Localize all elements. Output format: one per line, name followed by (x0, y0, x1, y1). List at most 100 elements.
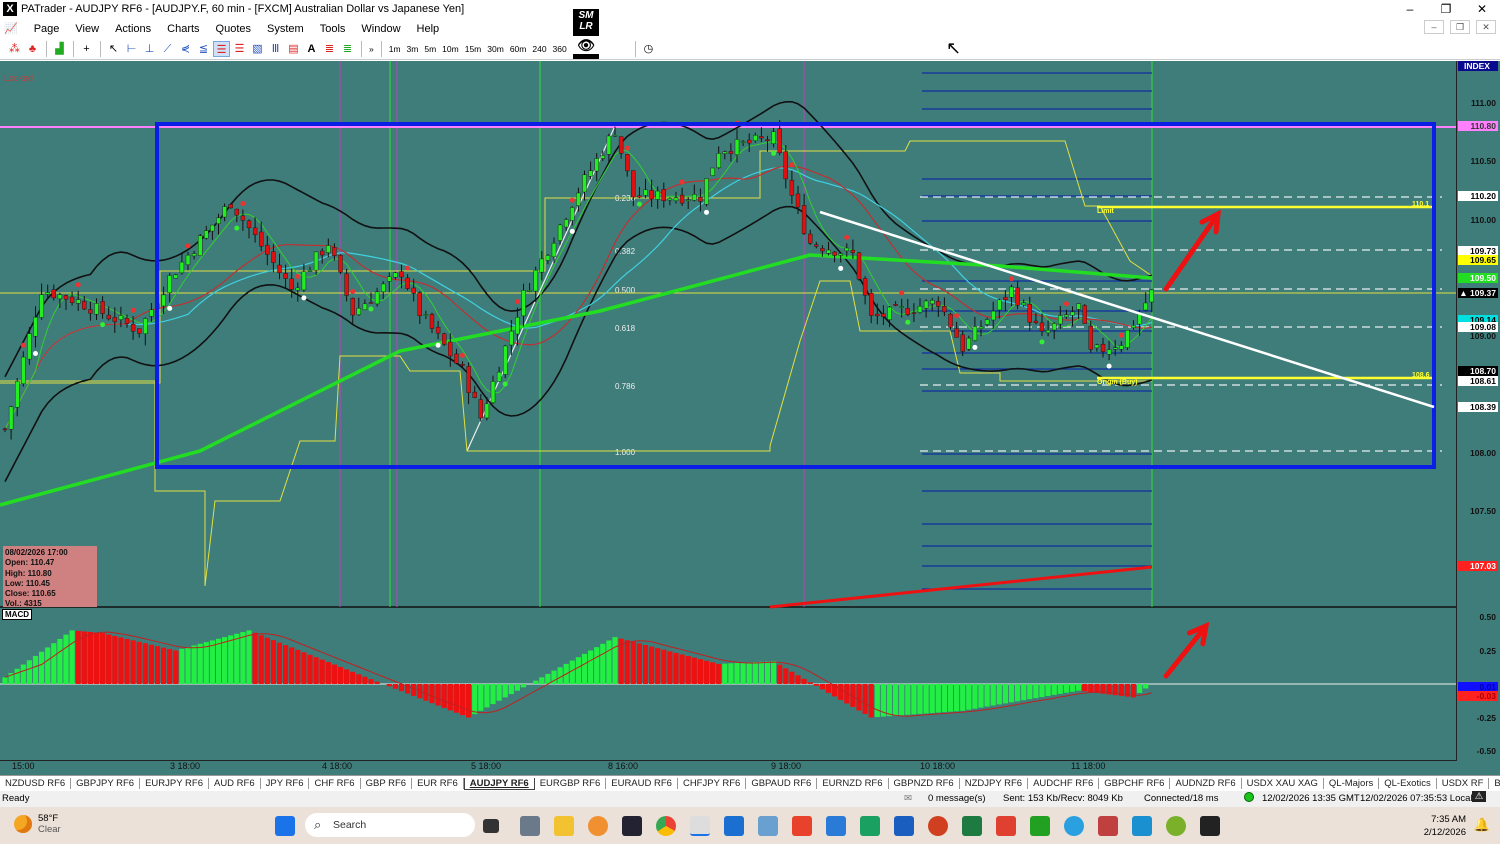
fib-extension-icon[interactable]: ☰ (231, 41, 248, 57)
app-c-icon[interactable] (996, 816, 1016, 836)
chrome-icon[interactable] (656, 816, 676, 836)
smlr-icon[interactable] (1200, 816, 1220, 836)
symbol-tab[interactable]: GBPCHF RF6 (1099, 778, 1171, 789)
timeframe-30m[interactable]: 30m (484, 44, 507, 54)
symbol-tab[interactable]: AUDJPY RF6 (463, 777, 535, 790)
cycle-lines-icon[interactable]: Ⅲ (267, 41, 284, 57)
buy-sell-icon[interactable]: ⁂ (6, 41, 23, 57)
menu-help[interactable]: Help (409, 23, 448, 35)
task-view-icon[interactable] (483, 819, 499, 833)
symbol-tab[interactable]: Bitcoin (1489, 778, 1500, 789)
rectangle-icon[interactable]: ▤ (285, 41, 302, 57)
toolbar-more-button[interactable]: » (366, 44, 377, 54)
menu-tools[interactable]: Tools (312, 23, 354, 35)
mdi-minimize-button[interactable]: – (1424, 20, 1444, 34)
symbol-tab[interactable]: GBPJPY RF6 (71, 778, 141, 789)
symbol-tab[interactable]: USDX RF (1437, 778, 1490, 789)
menu-page[interactable]: Page (26, 23, 68, 35)
time-axis[interactable]: 15:00 3 18:00 4 18:00 5 18:00 8 16:00 9 … (0, 760, 1456, 772)
symbol-tab[interactable]: CHF RF6 (309, 778, 361, 789)
clock-icon[interactable]: ◷ (640, 41, 657, 57)
symbol-tab[interactable]: EUR RF6 (412, 778, 464, 789)
menu-system[interactable]: System (259, 23, 312, 35)
menu-actions[interactable]: Actions (107, 23, 159, 35)
menu-quotes[interactable]: Quotes (208, 23, 259, 35)
mdi-close-button[interactable]: ✕ (1476, 20, 1496, 34)
app-car-icon[interactable] (1098, 816, 1118, 836)
menu-charts[interactable]: Charts (159, 23, 207, 35)
app-w-icon[interactable] (1166, 816, 1186, 836)
notification-bell-icon[interactable]: 🔔 (1474, 817, 1490, 833)
symbol-tab[interactable]: EURNZD RF6 (817, 778, 889, 789)
fib-retracement-icon[interactable]: ☰ (213, 41, 230, 57)
app-icon[interactable] (588, 816, 608, 836)
order-icon[interactable]: ♣ (24, 41, 41, 57)
symbol-tab[interactable]: JPY RF6 (261, 778, 310, 789)
menu-view[interactable]: View (67, 23, 107, 35)
terminal-icon[interactable] (622, 816, 642, 836)
symbol-tab[interactable]: CHFJPY RF6 (678, 778, 747, 789)
patrader-icon[interactable] (690, 816, 710, 836)
indicator-icon[interactable]: ▟ (51, 41, 68, 57)
timeframe-10m[interactable]: 10m (439, 44, 462, 54)
message-icon[interactable]: ✉ (904, 793, 912, 804)
symbol-tab[interactable]: EURGBP RF6 (535, 778, 607, 789)
chart-canvas[interactable]: 0.2360.3820.5000.6180.7861.000LimitOrigi… (0, 61, 1456, 761)
symbol-tab[interactable]: AUD RF6 (209, 778, 261, 789)
close-button[interactable]: ✕ (1464, 0, 1500, 18)
status-messages[interactable]: 0 message(s) (928, 793, 986, 804)
maximize-button[interactable]: ❐ (1428, 0, 1464, 18)
horizontal-line-icon[interactable]: ⊢ (123, 41, 140, 57)
outlook-icon[interactable] (894, 816, 914, 836)
fib-fan-icon[interactable]: ≦ (195, 41, 212, 57)
weather-widget[interactable]: 58°F Clear (14, 813, 61, 835)
app-s-icon[interactable] (792, 816, 812, 836)
alert-icon[interactable]: ⚠ (1472, 791, 1486, 802)
timeframe-240[interactable]: 240 (529, 44, 549, 54)
excel-icon[interactable] (962, 816, 982, 836)
timeframe-5m[interactable]: 5m (421, 44, 439, 54)
fan-icon[interactable]: ⋞ (177, 41, 194, 57)
timeframe-360[interactable]: 360 (550, 44, 570, 54)
file-explorer-icon[interactable] (554, 816, 574, 836)
symbol-tab[interactable]: GBP RF6 (361, 778, 413, 789)
app-c2-icon[interactable] (1030, 816, 1050, 836)
search-box[interactable]: ⌕ Search (305, 813, 475, 837)
symbol-tab[interactable]: AUDCHF RF6 (1028, 778, 1100, 789)
symbol-tab[interactable]: EURJPY RF6 (140, 778, 209, 789)
menu-window[interactable]: Window (353, 23, 408, 35)
calculator-icon[interactable] (520, 816, 540, 836)
symbol-tab[interactable]: NZDJPY RF6 (960, 778, 1029, 789)
mdi-restore-button[interactable]: ❐ (1450, 20, 1470, 34)
timeframe-15m[interactable]: 15m (462, 44, 485, 54)
trendline-icon[interactable]: ⟋ (159, 41, 176, 57)
notes-icon[interactable] (724, 816, 744, 836)
minimize-button[interactable]: – (1392, 0, 1428, 18)
symbol-tab[interactable]: QL-Exotics (1379, 778, 1437, 789)
crosshair-icon[interactable]: + (78, 41, 95, 57)
levels2-icon[interactable]: ≣ (339, 41, 356, 57)
photos-icon[interactable] (758, 816, 778, 836)
symbol-tab[interactable]: QL-Majors (1324, 778, 1380, 789)
symbol-tab[interactable]: EURAUD RF6 (606, 778, 678, 789)
timeframe-1m[interactable]: 1m (386, 44, 404, 54)
app-red-icon[interactable] (928, 816, 948, 836)
app-s2-icon[interactable] (826, 816, 846, 836)
chart-area[interactable]: 0.236 0.382 0.500 0.618 0.786 1.000 Limit Origi… (0, 61, 1500, 775)
vertical-line-icon[interactable]: ⊥ (141, 41, 158, 57)
app-grid-icon[interactable] (1132, 816, 1152, 836)
chart-app-icon[interactable] (860, 816, 880, 836)
symbol-tab[interactable]: GBPAUD RF6 (746, 778, 818, 789)
symbol-tab[interactable]: USDX XAU XAG (1242, 778, 1324, 789)
timeframe-3m[interactable]: 3m (404, 44, 422, 54)
levels-icon[interactable]: ≣ (321, 41, 338, 57)
text-icon[interactable]: A (303, 41, 320, 57)
overlay-app-widget[interactable]: SM LR 👁 (573, 9, 599, 59)
telegram-icon[interactable] (1064, 816, 1084, 836)
pointer-icon[interactable]: ↖ (105, 41, 122, 57)
symbol-tab[interactable]: NZDUSD RF6 (0, 778, 72, 789)
system-clock[interactable]: 7:35 AM 2/12/2026 (1424, 813, 1466, 839)
symbol-tab[interactable]: GBPNZD RF6 (889, 778, 960, 789)
channel-icon[interactable]: ▧ (249, 41, 266, 57)
timeframe-60m[interactable]: 60m (507, 44, 530, 54)
